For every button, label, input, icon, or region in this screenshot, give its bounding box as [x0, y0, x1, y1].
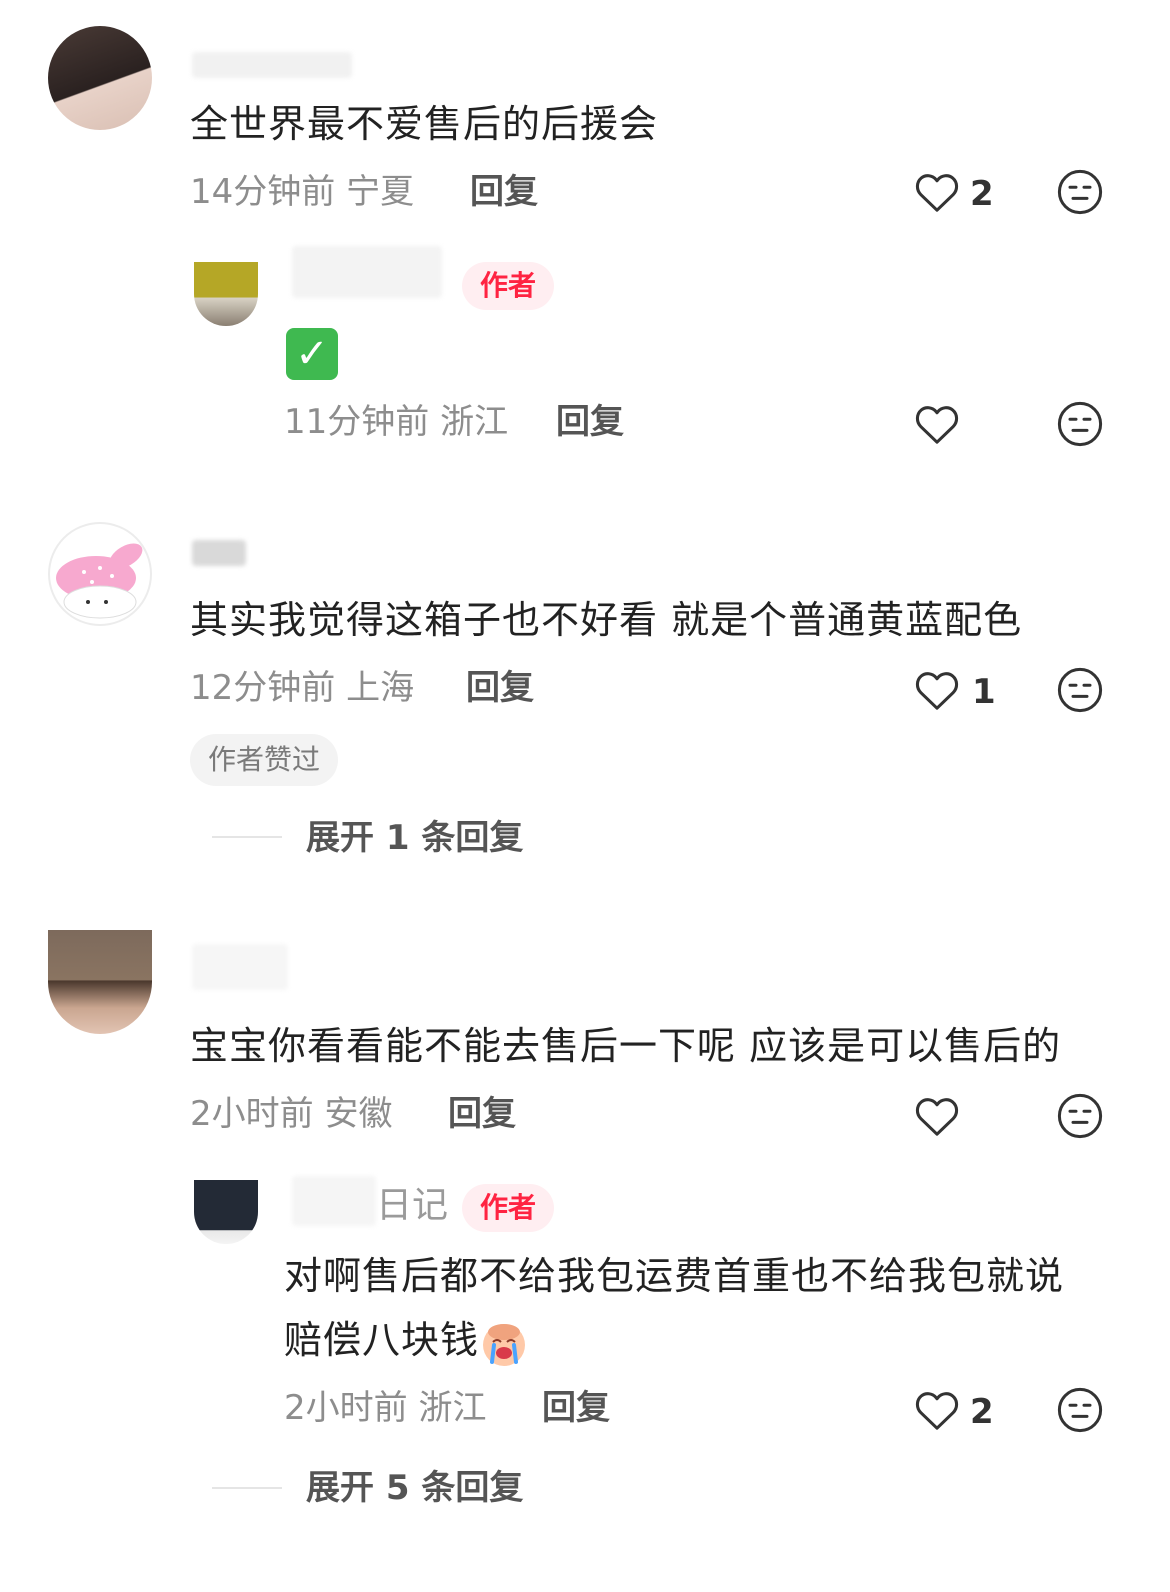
comment-text: 宝宝你看看能不能去售后一下呢 应该是可以售后的	[190, 1024, 1062, 1068]
username[interactable]	[192, 52, 352, 78]
heart-outline-icon	[915, 1098, 959, 1136]
username-blur-mask	[292, 1176, 376, 1226]
comment-time: 12分钟前	[190, 668, 336, 708]
avatar[interactable]	[194, 262, 258, 326]
reply-text-line1: 对啊售后都不给我包运费首重也不给我包就说	[284, 1254, 1065, 1298]
like-count: 2	[970, 174, 994, 214]
avatar[interactable]	[194, 1180, 258, 1244]
like-button[interactable]	[914, 170, 960, 218]
neutral-face-icon	[1057, 169, 1103, 215]
comment-meta: 14分钟前 宁夏	[190, 170, 414, 214]
comment-time: 2小时前	[284, 1388, 408, 1428]
dislike-button[interactable]	[1056, 1092, 1104, 1144]
heart-outline-icon	[915, 406, 959, 444]
avatar[interactable]	[48, 522, 152, 626]
username[interactable]	[292, 246, 442, 298]
reply-button[interactable]: 回复	[542, 1386, 610, 1430]
avatar[interactable]	[48, 930, 152, 1034]
comment-time: 11分钟前	[284, 402, 430, 442]
avatar[interactable]	[48, 26, 152, 130]
neutral-face-icon	[1057, 401, 1103, 447]
like-button[interactable]	[914, 1094, 960, 1142]
liked-by-author-chip: 作者赞过	[190, 734, 339, 786]
expand-replies-button[interactable]: 展开 1 条回复	[306, 816, 523, 860]
like-button[interactable]	[914, 402, 960, 450]
comment-time: 14分钟前	[190, 172, 336, 212]
reply-button[interactable]: 回复	[470, 170, 538, 214]
comment-location: 浙江	[418, 1388, 487, 1428]
reply-text: 赔偿八块钱	[284, 1318, 480, 1362]
melody-character-icon	[56, 543, 143, 619]
heart-outline-icon	[915, 672, 959, 710]
like-count: 1	[972, 672, 996, 712]
reply-text-line2: 赔偿八块钱	[284, 1316, 529, 1368]
comment-meta: 2小时前 安徽	[190, 1092, 392, 1136]
like-button[interactable]	[914, 668, 960, 716]
neutral-face-icon	[1057, 1093, 1103, 1139]
crying-face-emoji	[479, 1318, 529, 1368]
heart-outline-icon	[915, 1392, 959, 1430]
username[interactable]: 日记	[376, 1184, 448, 1228]
author-badge: 作者	[462, 262, 555, 310]
comment-time: 2小时前	[190, 1094, 314, 1134]
dislike-button[interactable]	[1056, 1386, 1104, 1438]
username[interactable]	[192, 944, 288, 990]
comment-location: 上海	[346, 668, 415, 708]
reply-button[interactable]: 回复	[466, 666, 534, 710]
comment-location: 安徽	[324, 1094, 393, 1134]
dislike-button[interactable]	[1056, 400, 1104, 452]
comment-text: 全世界最不爱售后的后援会	[190, 102, 659, 146]
heart-outline-icon	[915, 174, 959, 212]
comment-meta: 12分钟前 上海	[190, 666, 414, 710]
reply-button[interactable]: 回复	[448, 1092, 516, 1136]
dislike-button[interactable]	[1056, 666, 1104, 718]
expand-divider	[212, 836, 282, 838]
comment-location: 浙江	[440, 402, 509, 442]
like-count: 2	[970, 1392, 994, 1432]
author-badge: 作者	[462, 1184, 555, 1232]
comment-location: 宁夏	[346, 172, 415, 212]
neutral-face-icon	[1057, 1387, 1103, 1433]
comment-text: 其实我觉得这箱子也不好看 就是个普通黄蓝配色	[190, 598, 1023, 642]
dislike-button[interactable]	[1056, 168, 1104, 220]
username[interactable]	[192, 540, 246, 566]
like-button[interactable]	[914, 1388, 960, 1436]
neutral-face-icon	[1057, 667, 1103, 713]
expand-divider	[212, 1487, 282, 1489]
comment-meta: 2小时前 浙江	[284, 1386, 486, 1430]
check-mark-emoji: ✓	[286, 328, 338, 380]
reply-button[interactable]: 回复	[556, 400, 624, 444]
comment-meta: 11分钟前 浙江	[284, 400, 508, 444]
expand-replies-button[interactable]: 展开 5 条回复	[306, 1466, 523, 1510]
